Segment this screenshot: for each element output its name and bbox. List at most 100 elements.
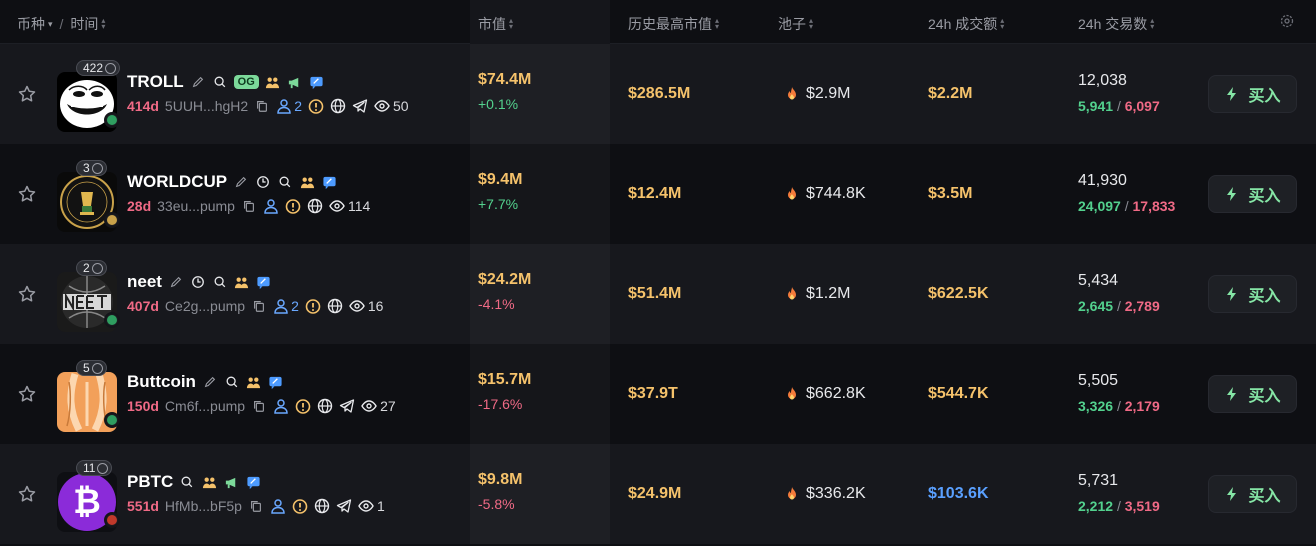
search-icon[interactable]	[179, 474, 195, 490]
buy-button-label[interactable]: 买入	[1248, 82, 1280, 106]
sort-icon[interactable]: ▴ ▾	[101, 17, 105, 31]
buys-count: 3,326	[1078, 398, 1114, 414]
buy-button-label[interactable]: 买入	[1248, 282, 1280, 306]
txns-column-header[interactable]: 24h 交易数 ▴ ▾	[1078, 14, 1154, 34]
coin-time-header[interactable]: 币种 ▾ / 时间 ▴ ▾	[17, 14, 105, 34]
table-row[interactable]: 5 Buttcoin 150d Cm6f...pump 27 $15.7M -1…	[0, 344, 1316, 444]
buy-button-label[interactable]: 买入	[1248, 482, 1280, 506]
copy-icon[interactable]	[251, 398, 267, 414]
token-address[interactable]: HfMb...bF5p	[165, 498, 242, 514]
telegram-icon[interactable]	[339, 398, 355, 414]
buy-button-label[interactable]: 买入	[1248, 382, 1280, 406]
volume-column-label[interactable]: 24h 成交额	[928, 14, 997, 34]
sort-icon[interactable]: ▴ ▾	[809, 17, 813, 31]
favorite-star-icon[interactable]	[17, 184, 37, 204]
copy-icon[interactable]	[248, 498, 264, 514]
market-cap-value: $74.4M	[478, 71, 532, 88]
sort-icon[interactable]: ▴ ▾	[715, 17, 719, 31]
edit-pencil-icon[interactable]	[202, 374, 218, 390]
website-globe-icon[interactable]	[314, 498, 330, 514]
token-name[interactable]: TROLL	[127, 72, 184, 92]
token-name[interactable]: neet	[127, 272, 162, 292]
token-name[interactable]: Buttcoin	[127, 372, 196, 392]
holders-icon	[276, 98, 292, 114]
token-name[interactable]: WORLDCUP	[127, 172, 227, 192]
buy-button[interactable]: 买入	[1208, 475, 1297, 513]
table-row[interactable]: 2 neet 407d Ce2g...pump 2 16 $24.2M -4.1%…	[0, 244, 1316, 344]
sort-icon[interactable]: ▴ ▾	[509, 17, 513, 31]
copy-icon[interactable]	[241, 198, 257, 214]
search-icon[interactable]	[212, 74, 228, 90]
holders-badge: 5	[76, 360, 107, 376]
chat-bubble-icon[interactable]	[245, 474, 261, 490]
mcap-column-highlight	[470, 444, 610, 544]
telegram-icon[interactable]	[336, 498, 352, 514]
telegram-icon[interactable]	[352, 98, 368, 114]
token-address[interactable]: 5UUH...hgH2	[165, 98, 248, 114]
coin-dropdown-icon[interactable]: ▾	[48, 19, 53, 30]
copy-icon[interactable]	[251, 298, 267, 314]
bolt-icon	[1224, 486, 1240, 502]
search-icon[interactable]	[224, 374, 240, 390]
website-globe-icon[interactable]	[327, 298, 343, 314]
pool-column-label[interactable]: 池子	[778, 14, 806, 34]
edit-pencil-icon[interactable]	[233, 174, 249, 190]
search-icon[interactable]	[212, 274, 228, 290]
sort-icon[interactable]: ▴ ▾	[1000, 17, 1004, 31]
token-address[interactable]: Cm6f...pump	[165, 398, 245, 414]
chat-bubble-icon[interactable]	[309, 74, 325, 90]
coin-column-label[interactable]: 币种	[17, 14, 45, 34]
mcap-column-label[interactable]: 市值	[478, 14, 506, 34]
search-icon[interactable]	[277, 174, 293, 190]
website-globe-icon[interactable]	[330, 98, 346, 114]
launchpad-pill-icon	[104, 312, 120, 328]
buys-count: 5,941	[1078, 98, 1114, 114]
buys-sells-split: 24,097 / 17,833	[1078, 198, 1175, 214]
edit-pencil-icon[interactable]	[168, 274, 184, 290]
token-name[interactable]: PBTC	[127, 472, 173, 492]
price-change-value: +0.1%	[478, 96, 519, 112]
price-change-value: -5.8%	[478, 496, 515, 512]
buy-button[interactable]: 买入	[1208, 275, 1297, 313]
table-row[interactable]: 422 TROLL OG 414d 5UUH...hgH2 2 50 $74.4M…	[0, 44, 1316, 144]
megaphone-icon	[287, 74, 303, 90]
settings-gear-icon[interactable]	[1279, 13, 1295, 29]
chat-bubble-icon[interactable]	[321, 174, 337, 190]
holders-count: 2	[273, 298, 299, 314]
table-row[interactable]: ₿ 11 PBTC 551d HfMb...bF5p 1 $9.8M -5.8%…	[0, 444, 1316, 544]
sort-icon[interactable]: ▴ ▾	[1150, 17, 1154, 31]
txns-column-label[interactable]: 24h 交易数	[1078, 14, 1147, 34]
og-badge: OG	[233, 75, 259, 89]
chat-bubble-icon[interactable]	[268, 374, 284, 390]
header-separator: /	[59, 16, 64, 32]
volume-column-header[interactable]: 24h 成交额 ▴ ▾	[928, 14, 1004, 34]
buy-button-label[interactable]: 买入	[1248, 182, 1280, 206]
sells-count: 2,789	[1124, 298, 1160, 314]
edit-pencil-icon[interactable]	[190, 74, 206, 90]
favorite-star-icon[interactable]	[17, 284, 37, 304]
token-address[interactable]: Ce2g...pump	[165, 298, 245, 314]
buy-button[interactable]: 买入	[1208, 375, 1297, 413]
ath-column-header[interactable]: 历史最高市值 ▴ ▾	[628, 14, 719, 34]
favorite-star-icon[interactable]	[17, 384, 37, 404]
pool-column-header[interactable]: 池子 ▴ ▾	[778, 14, 813, 34]
mcap-column-header[interactable]: 市值 ▴ ▾	[478, 14, 513, 34]
token-meta-line: 551d HfMb...bF5p 1	[127, 498, 385, 514]
token-address[interactable]: 33eu...pump	[157, 198, 235, 214]
website-globe-icon[interactable]	[307, 198, 323, 214]
chat-bubble-icon[interactable]	[256, 274, 272, 290]
time-column-label[interactable]: 时间	[70, 14, 98, 34]
website-globe-icon[interactable]	[317, 398, 333, 414]
warning-icon	[292, 498, 308, 514]
holders-badge-count: 3	[83, 161, 90, 175]
buy-button[interactable]: 买入	[1208, 175, 1297, 213]
copy-icon[interactable]	[254, 98, 270, 114]
table-row[interactable]: 3 WORLDCUP 28d 33eu...pump 114 $9.4M +7.…	[0, 144, 1316, 244]
smiley-icon	[97, 462, 109, 474]
ath-column-label[interactable]: 历史最高市值	[628, 14, 712, 34]
buy-button[interactable]: 买入	[1208, 75, 1297, 113]
favorite-star-icon[interactable]	[17, 484, 37, 504]
team-icon	[234, 274, 250, 290]
favorite-star-icon[interactable]	[17, 84, 37, 104]
txns-24h-value: 5,505	[1078, 372, 1119, 389]
